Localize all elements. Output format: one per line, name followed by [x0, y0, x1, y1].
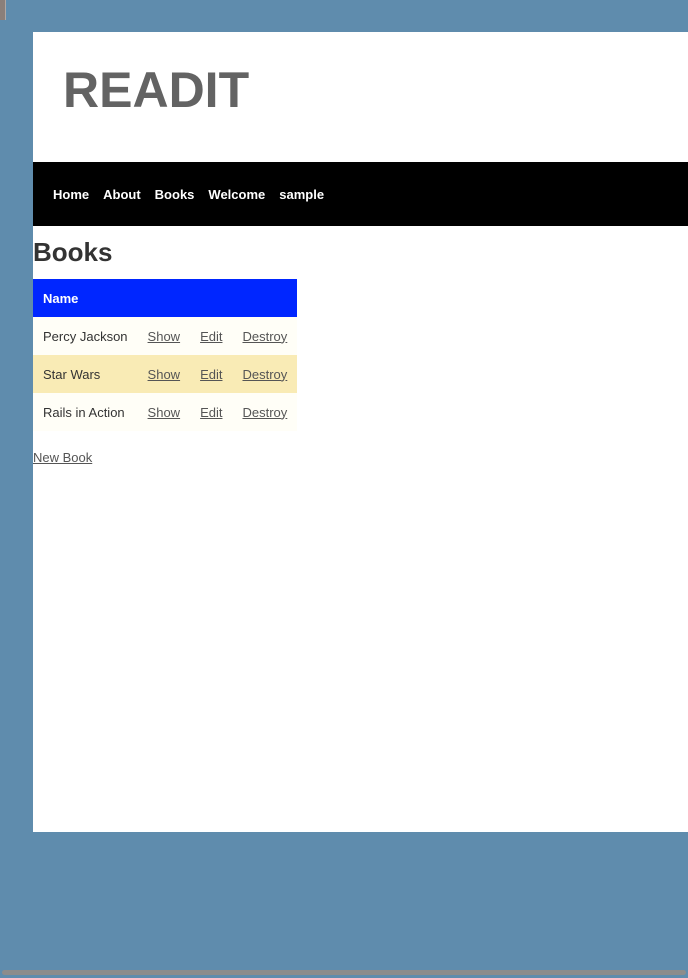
nav-about[interactable]: About	[103, 187, 141, 202]
edit-link[interactable]: Edit	[200, 367, 222, 382]
show-link-cell: Show	[137, 317, 191, 355]
show-link[interactable]: Show	[148, 329, 181, 344]
book-name: Star Wars	[33, 355, 138, 393]
banner: READIT	[33, 32, 688, 162]
nav-user-sample[interactable]: sample	[279, 187, 324, 202]
books-table: Name Percy Jackson Show Edit Destroy Sta…	[33, 279, 298, 431]
table-row: Percy Jackson Show Edit Destroy	[33, 317, 298, 355]
column-header-show	[137, 279, 191, 317]
destroy-link[interactable]: Destroy	[242, 367, 287, 382]
edit-link-cell: Edit	[190, 317, 233, 355]
table-row: Star Wars Show Edit Destroy	[33, 355, 298, 393]
navbar: Home About Books Welcome sample	[33, 162, 688, 226]
edit-link-cell: Edit	[190, 393, 233, 431]
destroy-link[interactable]: Destroy	[242, 405, 287, 420]
destroy-link-cell: Destroy	[232, 393, 298, 431]
nav-books[interactable]: Books	[155, 187, 195, 202]
destroy-link[interactable]: Destroy	[242, 329, 287, 344]
site-logo[interactable]: READIT	[63, 60, 249, 120]
show-link[interactable]: Show	[148, 405, 181, 420]
column-header-destroy	[232, 279, 298, 317]
show-link-cell: Show	[137, 393, 191, 431]
table-header-row: Name	[33, 279, 298, 317]
edit-link[interactable]: Edit	[200, 405, 222, 420]
nav-welcome[interactable]: Welcome	[208, 187, 265, 202]
edit-link-cell: Edit	[190, 355, 233, 393]
horizontal-scrollbar[interactable]	[0, 968, 688, 978]
main-content: Books Name Percy Jackson Show Edit Destr…	[33, 226, 688, 467]
show-link-cell: Show	[137, 355, 191, 393]
scrollbar-thumb[interactable]	[2, 970, 686, 975]
show-link[interactable]: Show	[148, 367, 181, 382]
page-container: READIT Home About Books Welcome sample B…	[33, 32, 688, 832]
book-name: Percy Jackson	[33, 317, 138, 355]
window-corner-mark	[0, 0, 6, 20]
column-header-name: Name	[33, 279, 138, 317]
column-header-edit	[190, 279, 233, 317]
destroy-link-cell: Destroy	[232, 317, 298, 355]
edit-link[interactable]: Edit	[200, 329, 222, 344]
page-title: Books	[33, 237, 113, 267]
new-book-link[interactable]: New Book	[33, 450, 92, 465]
nav-home[interactable]: Home	[53, 187, 89, 202]
book-name: Rails in Action	[33, 393, 138, 431]
table-row: Rails in Action Show Edit Destroy	[33, 393, 298, 431]
destroy-link-cell: Destroy	[232, 355, 298, 393]
